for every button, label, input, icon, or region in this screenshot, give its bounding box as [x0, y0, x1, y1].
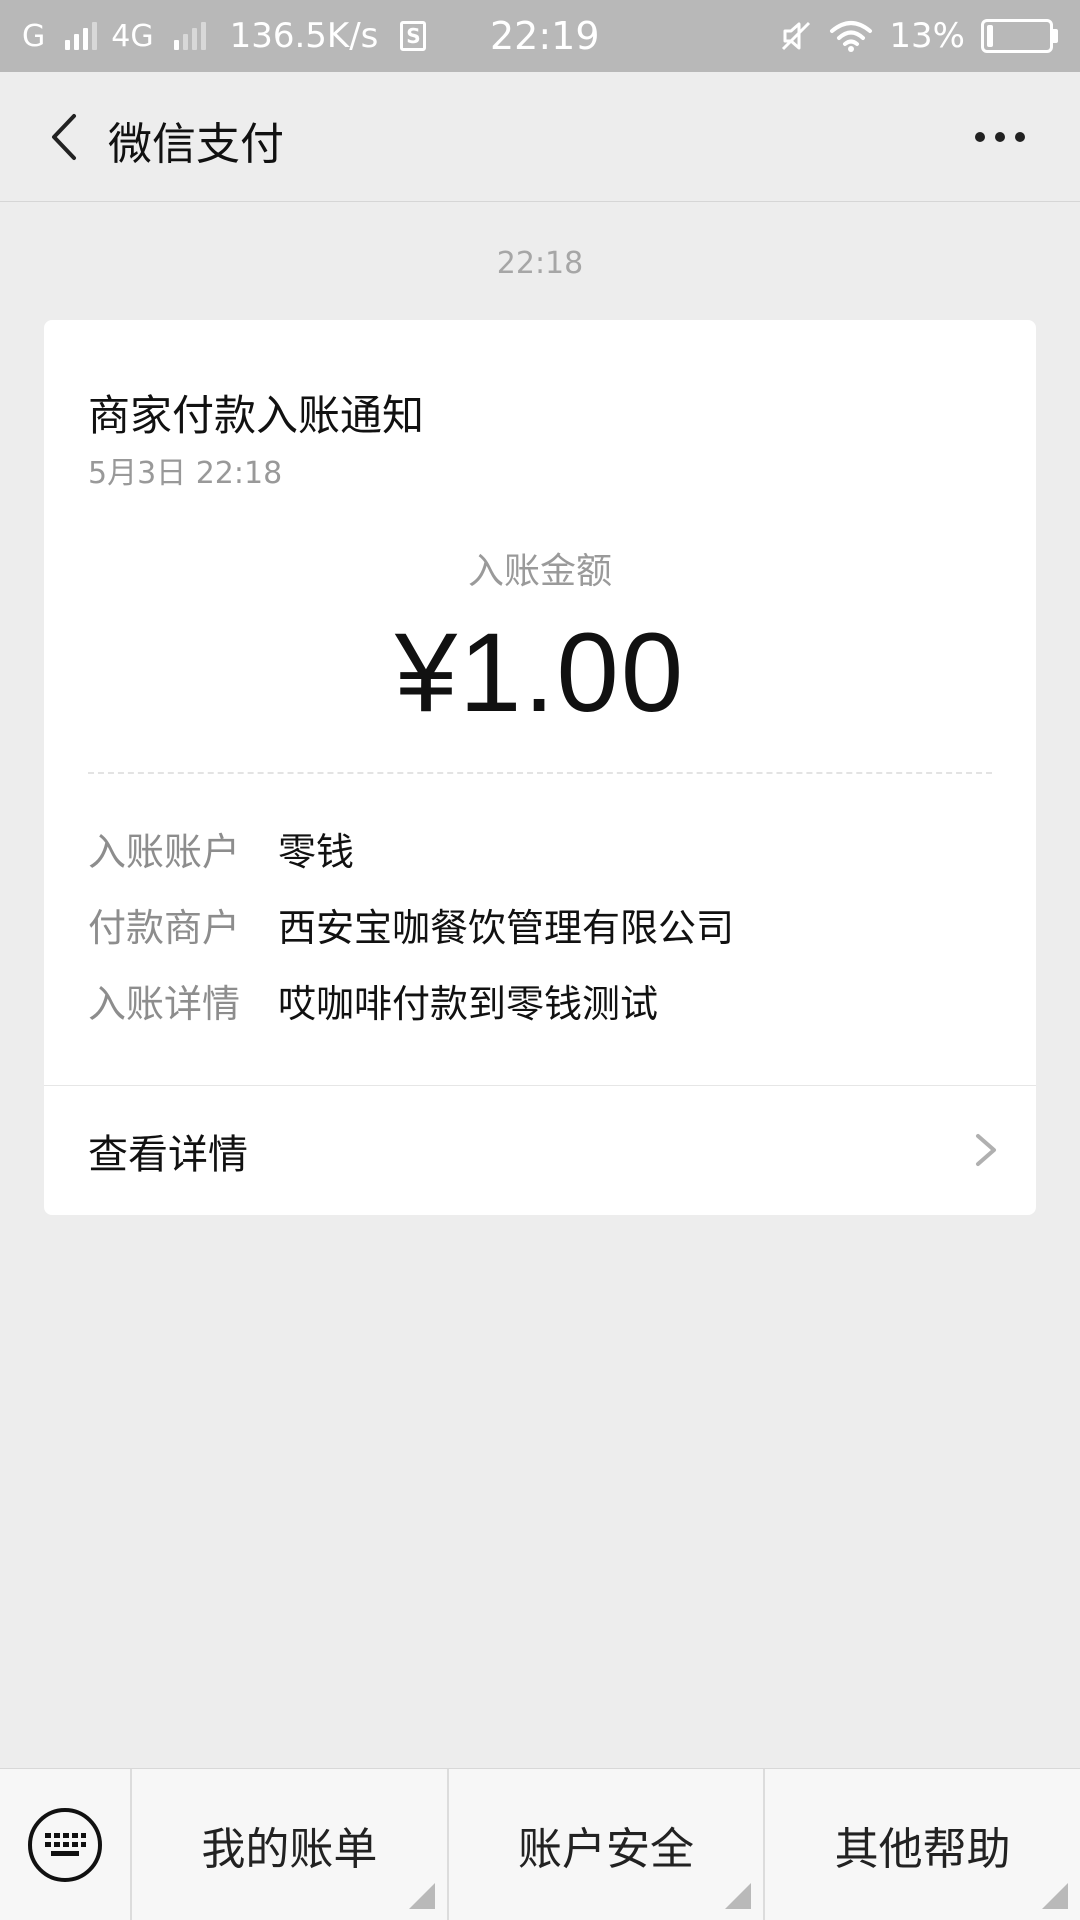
- amount-label: 入账金额: [467, 551, 612, 592]
- view-details-label: 查看详情: [88, 1132, 248, 1178]
- bottom-menu-bar: 我的账单 账户安全 其他帮助: [0, 1768, 1080, 1920]
- amount-value: ¥1.00: [394, 610, 686, 735]
- keyboard-icon: [28, 1808, 102, 1882]
- info-value: 哎咖啡付款到零钱测试: [278, 982, 659, 1026]
- menu-account-security[interactable]: 账户安全: [446, 1769, 764, 1920]
- info-row-account: 入账账户 零钱: [88, 826, 354, 878]
- status-left: G 4G 136.5K/s S: [0, 16, 427, 56]
- back-button[interactable]: [30, 102, 100, 172]
- info-label: 付款商户: [88, 906, 241, 950]
- view-details-link[interactable]: 查看详情: [44, 1086, 1036, 1215]
- back-arrow-icon: [52, 114, 76, 160]
- menu-label: 其他帮助: [834, 1824, 1011, 1875]
- more-dots-icon: [975, 132, 985, 142]
- more-button[interactable]: [960, 102, 1040, 172]
- mute-icon: [782, 21, 811, 51]
- chevron-right-icon: [976, 1134, 996, 1166]
- info-row-merchant: 付款商户 西安宝咖餐饮管理有限公司: [88, 902, 734, 954]
- menu-my-bills[interactable]: 我的账单: [130, 1769, 447, 1920]
- carrier2-label: 4G: [111, 18, 154, 54]
- submenu-indicator-icon: [1042, 1883, 1069, 1909]
- notification-card: 商家付款入账通知 5月3日 22:18 入账金额 ¥1.00 入账账户 零钱 付…: [44, 320, 1036, 1215]
- carrier1-label: G: [22, 18, 46, 54]
- page-title: 微信支付: [108, 119, 284, 170]
- battery-icon: [981, 19, 1058, 53]
- menu-other-help[interactable]: 其他帮助: [763, 1769, 1080, 1920]
- status-right: 13%: [779, 0, 1058, 72]
- screen: G 4G 136.5K/s S 22:19 13% 微信支付 22:18 商家付…: [0, 0, 1080, 1920]
- card-title: 商家付款入账通知: [88, 391, 425, 440]
- status-bar: G 4G 136.5K/s S 22:19 13%: [0, 0, 1080, 72]
- menu-label: 账户安全: [518, 1824, 694, 1875]
- wifi-icon: [830, 21, 873, 52]
- info-value: 西安宝咖餐饮管理有限公司: [278, 906, 735, 950]
- keyboard-toggle-button[interactable]: [0, 1769, 130, 1920]
- info-label: 入账详情: [88, 982, 241, 1026]
- submenu-indicator-icon: [408, 1883, 435, 1909]
- status-time: 22:19: [490, 14, 600, 58]
- info-value: 零钱: [278, 830, 355, 874]
- dashed-divider: [88, 772, 992, 774]
- nav-bar: 微信支付: [0, 72, 1080, 202]
- info-label: 入账账户: [88, 830, 241, 874]
- battery-percent: 13%: [889, 16, 965, 56]
- info-row-details: 入账详情 哎咖啡付款到零钱测试: [88, 978, 658, 1030]
- signal-icon: [173, 22, 206, 50]
- network-speed: 136.5K/s: [229, 16, 379, 56]
- s-icon: S: [400, 21, 427, 51]
- message-timestamp: 22:18: [496, 246, 584, 281]
- signal-icon: [65, 22, 98, 50]
- submenu-indicator-icon: [725, 1883, 752, 1909]
- card-date: 5月3日 22:18: [88, 456, 283, 491]
- menu-label: 我的账单: [201, 1824, 378, 1875]
